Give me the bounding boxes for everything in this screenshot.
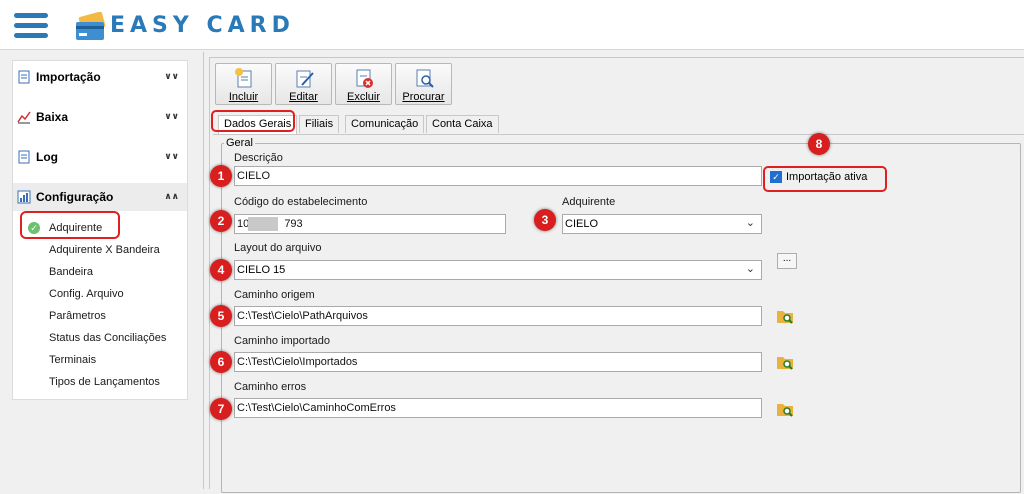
excluir-button[interactable]: Excluir bbox=[335, 63, 392, 105]
chart-icon bbox=[17, 111, 31, 124]
check-circle-icon: ✓ bbox=[28, 222, 40, 234]
folder-search-icon[interactable] bbox=[776, 307, 794, 325]
chevron-down-icon: ⌄ bbox=[745, 263, 755, 275]
descricao-label: Descrição bbox=[234, 152, 283, 164]
importacao-ativa-checkbox[interactable]: ✓ bbox=[770, 171, 782, 183]
layout-value: CIELO 15 bbox=[237, 264, 286, 276]
sidebar-item-status-conciliacoes[interactable]: Status das Conciliações bbox=[49, 332, 166, 344]
codigo-label: Código do estabelecimento bbox=[234, 196, 368, 208]
sidebar-item-parametros[interactable]: Parâmetros bbox=[49, 310, 106, 322]
excluir-label: Excluir bbox=[346, 91, 380, 103]
importado-label: Caminho importado bbox=[234, 335, 330, 347]
importacao-ativa-label: Importação ativa bbox=[786, 171, 868, 183]
editar-button[interactable]: Editar bbox=[275, 63, 332, 105]
editar-label: Editar bbox=[289, 91, 318, 103]
sidebar-item-terminais[interactable]: Terminais bbox=[49, 354, 96, 366]
masked-value bbox=[248, 217, 278, 231]
adquirente-label: Adquirente bbox=[562, 196, 616, 208]
sidebar-item-bandeira[interactable]: Bandeira bbox=[49, 266, 93, 278]
adquirente-select[interactable]: CIELO ⌄ bbox=[562, 214, 762, 234]
step-badge-4: 4 bbox=[210, 259, 232, 281]
sidebar-section-baixa[interactable]: Baixa ∨∨ bbox=[13, 103, 187, 131]
procurar-label: Procurar bbox=[402, 91, 445, 103]
step-badge-2: 2 bbox=[210, 210, 232, 232]
origem-label: Caminho origem bbox=[234, 289, 315, 301]
divider bbox=[203, 52, 204, 489]
codigo-suffix: 793 bbox=[284, 218, 303, 230]
sidebar-item-adquirente[interactable]: Adquirente bbox=[49, 222, 102, 234]
step-badge-5: 5 bbox=[210, 305, 232, 327]
search-document-icon bbox=[416, 69, 434, 88]
tab-highlight bbox=[211, 110, 295, 132]
group-title: Geral bbox=[224, 137, 255, 149]
sidebar-section-label: Importação bbox=[36, 70, 101, 84]
layout-select[interactable]: CIELO 15 ⌄ bbox=[234, 260, 762, 280]
step-badge-8: 8 bbox=[808, 133, 830, 155]
chevron-down-icon[interactable]: ∨∨ bbox=[164, 151, 179, 162]
folder-search-icon[interactable] bbox=[776, 400, 794, 418]
descricao-input[interactable] bbox=[234, 166, 762, 186]
delete-document-icon bbox=[356, 69, 373, 88]
sidebar-section-label: Configuração bbox=[36, 190, 114, 204]
folder-search-icon[interactable] bbox=[776, 353, 794, 371]
incluir-label: Incluir bbox=[228, 91, 259, 103]
sidebar-section-label: Baixa bbox=[36, 110, 69, 124]
hamburger-menu-icon[interactable] bbox=[14, 13, 48, 39]
step-badge-7: 7 bbox=[210, 398, 232, 420]
sidebar-section-label: Log bbox=[36, 150, 58, 164]
chevron-down-icon[interactable]: ∨∨ bbox=[164, 111, 179, 122]
erros-input[interactable] bbox=[234, 398, 762, 418]
step-badge-6: 6 bbox=[210, 351, 232, 373]
tab-filiais[interactable]: Filiais bbox=[299, 115, 340, 133]
chevron-down-icon[interactable]: ∨∨ bbox=[164, 71, 179, 82]
edit-document-icon bbox=[296, 70, 314, 88]
sidebar: Importação ∨∨ Baixa ∨∨ Log ∨∨ Configuraç… bbox=[12, 60, 188, 400]
importado-input[interactable] bbox=[234, 352, 762, 372]
procurar-button[interactable]: Procurar bbox=[395, 63, 452, 105]
tab-comunicacao[interactable]: Comunicação bbox=[345, 115, 425, 133]
document-icon bbox=[18, 150, 30, 164]
erros-label: Caminho erros bbox=[234, 381, 307, 393]
chevron-up-icon[interactable]: ∧∧ bbox=[164, 191, 179, 202]
new-document-icon bbox=[234, 68, 251, 88]
card-logo-icon bbox=[76, 12, 106, 40]
adquirente-value: CIELO bbox=[565, 218, 599, 230]
chevron-down-icon: ⌄ bbox=[745, 217, 755, 229]
app-title: EASY CARD bbox=[110, 13, 295, 38]
layout-label: Layout do arquivo bbox=[234, 242, 322, 254]
app-header: EASY CARD bbox=[0, 0, 1024, 50]
step-badge-1: 1 bbox=[210, 165, 232, 187]
sidebar-item-tipos-lancamentos[interactable]: Tipos de Lançamentos bbox=[49, 376, 160, 388]
sidebar-section-log[interactable]: Log ∨∨ bbox=[13, 143, 187, 171]
settings-chart-icon bbox=[17, 190, 31, 204]
document-icon bbox=[18, 70, 30, 84]
sidebar-item-adquirente-x-bandeira[interactable]: Adquirente X Bandeira bbox=[49, 244, 160, 256]
origem-input[interactable] bbox=[234, 306, 762, 326]
sidebar-item-config-arquivo[interactable]: Config. Arquivo bbox=[49, 288, 124, 300]
step-badge-3: 3 bbox=[534, 209, 556, 231]
sidebar-section-importacao[interactable]: Importação ∨∨ bbox=[13, 63, 187, 91]
tab-conta-caixa[interactable]: Conta Caixa bbox=[426, 115, 499, 133]
sidebar-section-configuracao[interactable]: Configuração ∧∧ bbox=[13, 183, 187, 211]
layout-browse-button[interactable]: ... bbox=[777, 253, 797, 269]
incluir-button[interactable]: Incluir bbox=[215, 63, 272, 105]
